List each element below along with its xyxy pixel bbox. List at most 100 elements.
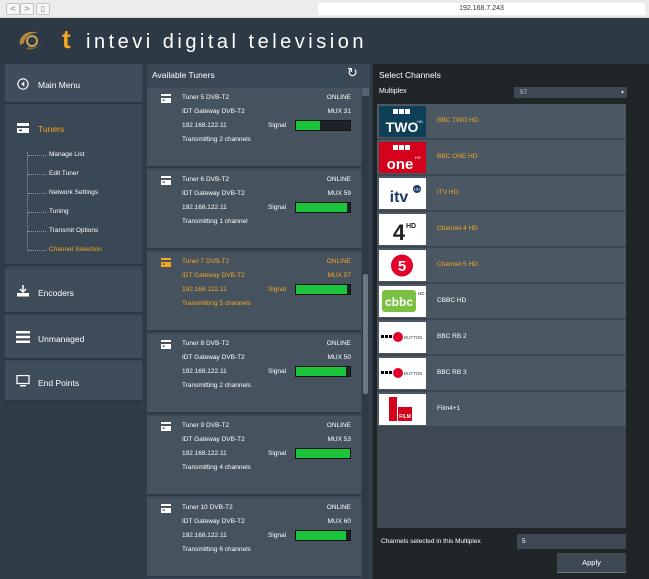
apply-button[interactable]: Apply bbox=[557, 553, 626, 573]
tuner-icon bbox=[161, 340, 171, 349]
nav-tuners[interactable]: Tuners bbox=[5, 106, 142, 266]
logo-swirl-icon bbox=[19, 31, 44, 50]
signal-meter bbox=[295, 202, 351, 213]
signal-label: Signal bbox=[268, 450, 287, 457]
tuner-ip: 192.168.122.11 bbox=[182, 122, 227, 129]
tuner-transmitting: Transmitting 2 channels bbox=[182, 136, 251, 143]
film4-logo: FILM bbox=[379, 394, 426, 425]
selected-count-label: Channels selected in this Multiplex bbox=[381, 538, 481, 545]
tree-connector bbox=[27, 152, 28, 250]
svg-text:itv: itv bbox=[390, 189, 409, 206]
nav-unmanaged[interactable]: Unmanaged bbox=[5, 316, 142, 360]
back-circle-icon bbox=[17, 78, 29, 90]
sub-item-edit-tuner[interactable]: Edit Tuner bbox=[49, 170, 79, 177]
multiplex-select[interactable]: 57 ▾ bbox=[514, 87, 627, 98]
channel-list: TWO HD BBC TWO HD one HD BBC ONE HD itv HD ITV H… bbox=[377, 104, 626, 528]
signal-meter bbox=[295, 120, 351, 131]
channel-4-hd-logo: 4 HD bbox=[379, 214, 426, 245]
sub-item-network-settings[interactable]: Network Settings bbox=[49, 189, 98, 196]
tuner-status: ONLINE bbox=[326, 258, 351, 265]
tuner-name: Tuner 10 DVB-T2 bbox=[182, 504, 233, 511]
channel-name: BBC TWO HD bbox=[437, 117, 479, 124]
channel-row[interactable]: BUTTON BBC RB 2 bbox=[377, 320, 626, 355]
tuner-scrollbar[interactable] bbox=[362, 88, 369, 579]
svg-text:HD: HD bbox=[418, 291, 425, 296]
nav-end-points-label: End Points bbox=[38, 378, 80, 388]
tuner-card[interactable]: Tuner 8 DVB-T2 ONLINE IDT Gateway DVB-T2 MU… bbox=[147, 334, 361, 414]
sub-item-tuning[interactable]: Tuning bbox=[49, 208, 69, 215]
encoder-icon bbox=[17, 285, 29, 297]
channel-row[interactable]: FILM Film4+1 bbox=[377, 392, 626, 427]
forward-button[interactable]: > bbox=[20, 3, 34, 15]
scroll-up-arrow[interactable] bbox=[362, 88, 369, 96]
svg-text:HD: HD bbox=[414, 187, 420, 192]
sub-item-manage-list[interactable]: Manage List bbox=[49, 151, 84, 158]
svg-text:HD: HD bbox=[417, 119, 423, 124]
tuner-ip: 192.168.122.11 bbox=[182, 450, 227, 457]
svg-text:TWO: TWO bbox=[386, 119, 419, 135]
channel-name: Channel 4 HD bbox=[437, 225, 478, 232]
tuner-card[interactable]: Tuner 5 DVB-T2 ONLINE IDT Gateway DVB-T2 MU… bbox=[147, 88, 361, 168]
tuner-card[interactable]: Tuner 6 DVB-T2 ONLINE IDT Gateway DVB-T2 MU… bbox=[147, 170, 361, 250]
channel-row[interactable]: cbbc HD CBBC HD bbox=[377, 284, 626, 319]
tuner-card[interactable]: Tuner 10 DVB-T2 ONLINE IDT Gateway DVB-T2 M… bbox=[147, 498, 361, 578]
tuner-icon bbox=[17, 123, 29, 133]
signal-meter bbox=[295, 284, 351, 295]
sub-item-transmit-options[interactable]: Transmit Options bbox=[49, 227, 98, 234]
tuner-transmitting: Transmitting 2 channels bbox=[182, 382, 251, 389]
svg-text:5: 5 bbox=[398, 258, 406, 275]
address-bar[interactable]: 192.168.7.243 bbox=[318, 3, 645, 15]
tuner-status: ONLINE bbox=[326, 422, 351, 429]
panel-title: Available Tuners bbox=[152, 70, 215, 80]
tuner-mux: MUX 31 bbox=[327, 108, 351, 115]
tuner-icon bbox=[161, 422, 171, 431]
tuner-gateway: IDT Gateway DVB-T2 bbox=[182, 354, 245, 361]
tuner-card[interactable]: Tuner 7 DVB-T2 ONLINE IDT Gateway DVB-T2 MU… bbox=[147, 252, 361, 332]
back-button[interactable]: < bbox=[6, 3, 20, 15]
tree-branch bbox=[28, 155, 46, 156]
tuner-mux: MUX 60 bbox=[327, 518, 351, 525]
refresh-icon[interactable]: ↻ bbox=[347, 66, 358, 81]
tuner-icon bbox=[161, 176, 171, 185]
nav-end-points[interactable]: End Points bbox=[5, 362, 142, 402]
bbc-red-button-logo: BUTTON bbox=[379, 358, 426, 389]
nav-main-menu[interactable]: Main Menu bbox=[5, 64, 142, 104]
channel-row[interactable]: itv HD ITV HD bbox=[377, 176, 626, 211]
tuner-transmitting: Transmitting 4 channels bbox=[182, 464, 251, 471]
signal-level bbox=[296, 367, 346, 376]
svg-text:one: one bbox=[387, 156, 414, 173]
multiplex-value: 57 bbox=[520, 89, 528, 96]
signal-label: Signal bbox=[268, 122, 287, 129]
channel-row[interactable]: 5 Channel 5 HD bbox=[377, 248, 626, 283]
tuner-card[interactable]: Tuner 9 DVB-T2 ONLINE IDT Gateway DVB-T2 MU… bbox=[147, 416, 361, 496]
channel-name: Film4+1 bbox=[437, 405, 461, 412]
tuner-mux: MUX 50 bbox=[327, 354, 351, 361]
tuner-gateway: IDT Gateway DVB-T2 bbox=[182, 190, 245, 197]
nav-encoders[interactable]: Encoders bbox=[5, 270, 142, 314]
channel-row[interactable]: TWO HD BBC TWO HD bbox=[377, 104, 626, 139]
bbc-red-button-logo: BUTTON bbox=[379, 322, 426, 353]
tuner-status: ONLINE bbox=[326, 176, 351, 183]
monitor-icon bbox=[16, 375, 30, 387]
sidebar-toggle-icon[interactable]: ▯ bbox=[36, 3, 50, 15]
svg-text:cbbc: cbbc bbox=[385, 295, 413, 309]
brand-title: intevi digital television bbox=[86, 31, 367, 53]
channel-row[interactable]: one HD BBC ONE HD bbox=[377, 140, 626, 175]
tree-branch bbox=[28, 212, 46, 213]
sub-item-channel-selection[interactable]: Channel Selection bbox=[49, 246, 102, 253]
tuner-gateway: IDT Gateway DVB-T2 bbox=[182, 108, 245, 115]
available-tuners-panel: Available Tuners ↻ Tuner 5 DVB-T2 ONLINE I… bbox=[147, 64, 370, 579]
itv-hd-logo: itv HD bbox=[379, 178, 426, 209]
channel-row[interactable]: BUTTON BBC RB 3 bbox=[377, 356, 626, 391]
scroll-thumb[interactable] bbox=[363, 274, 368, 394]
browser-toolbar: < > ▯ 192.168.7.243 bbox=[0, 0, 649, 18]
channel-row[interactable]: 4 HD Channel 4 HD bbox=[377, 212, 626, 247]
signal-meter bbox=[295, 448, 351, 459]
svg-text:BUTTON: BUTTON bbox=[404, 371, 422, 376]
app-header: t intevi digital television bbox=[0, 18, 649, 64]
channel-name: CBBC HD bbox=[437, 297, 467, 304]
panel-title: Select Channels bbox=[379, 70, 441, 80]
signal-meter bbox=[295, 366, 351, 377]
tuner-status: ONLINE bbox=[326, 340, 351, 347]
channel-name: BBC RB 3 bbox=[437, 369, 467, 376]
